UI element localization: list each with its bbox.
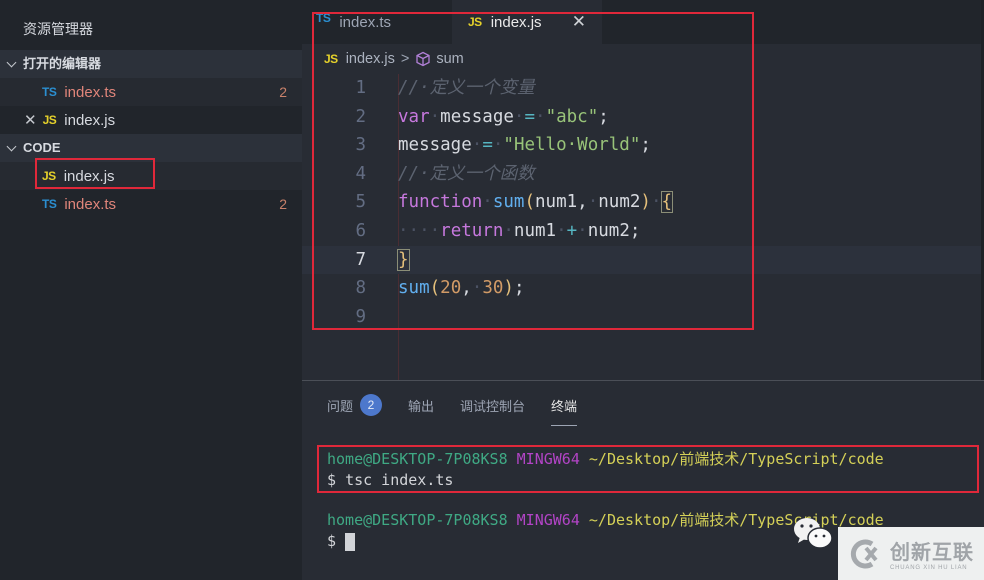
tab-label: 调试控制台 (460, 398, 526, 414)
open-editors-label: 打开的编辑器 (23, 56, 102, 71)
terminal-user: home@DESKTOP-7P08KS8 (327, 511, 508, 529)
file-name: index.ts (64, 83, 117, 101)
brand-logo-icon (850, 539, 878, 568)
panel-tab-terminal[interactable]: 终端 (551, 393, 578, 426)
explorer-sidebar: 资源管理器 打开的编辑器 TS index.ts 2 ✕ JS index.js… (0, 0, 302, 580)
watermark-name-cn: 创新互联 (890, 542, 974, 564)
panel-tab-debug-console[interactable]: 调试控制台 (460, 393, 525, 417)
explorer-title: 资源管理器 (23, 21, 93, 37)
typescript-file-icon: TS (42, 197, 57, 211)
watermark: 创新互联 CHUANG XIN HU LIAN (838, 527, 984, 580)
typescript-file-icon: TS (42, 85, 57, 99)
open-editor-item-index-ts[interactable]: TS index.ts 2 (0, 78, 302, 106)
chevron-down-icon (6, 58, 18, 70)
highlight-annotation (317, 445, 979, 493)
panel-tabs: 问题 2 输出 调试控制台 终端 (302, 381, 984, 429)
editor-area: TS index.ts JS index.js ✕ JS index.js > … (302, 0, 984, 380)
problem-count: 2 (279, 84, 287, 100)
workspace-item-index-ts[interactable]: TS index.ts 2 (0, 190, 302, 218)
terminal-prompt: $ (327, 532, 337, 550)
terminal-cursor (345, 532, 356, 551)
tab-label: 问题 (327, 398, 354, 414)
problem-count: 2 (279, 196, 287, 212)
open-editors-header[interactable]: 打开的编辑器 (0, 50, 302, 78)
chevron-down-icon (6, 142, 18, 154)
panel-tab-output[interactable]: 输出 (408, 393, 434, 417)
highlight-annotation (35, 158, 155, 189)
tab-label: 终端 (551, 398, 578, 414)
close-icon[interactable]: ✕ (24, 111, 37, 129)
problems-count-badge: 2 (360, 394, 383, 416)
watermark-name-en: CHUANG XIN HU LIAN (890, 565, 968, 571)
javascript-file-icon: JS (42, 113, 57, 127)
file-name: index.js (64, 111, 116, 129)
panel-tab-problems[interactable]: 问题 2 (327, 393, 383, 417)
file-name: index.ts (64, 195, 117, 213)
highlight-annotation (312, 12, 754, 330)
terminal-env: MINGW64 (516, 511, 580, 529)
open-editor-item-index-js[interactable]: ✕ JS index.js (0, 106, 302, 134)
wechat-icon (794, 518, 833, 549)
tab-label: 输出 (408, 398, 435, 414)
